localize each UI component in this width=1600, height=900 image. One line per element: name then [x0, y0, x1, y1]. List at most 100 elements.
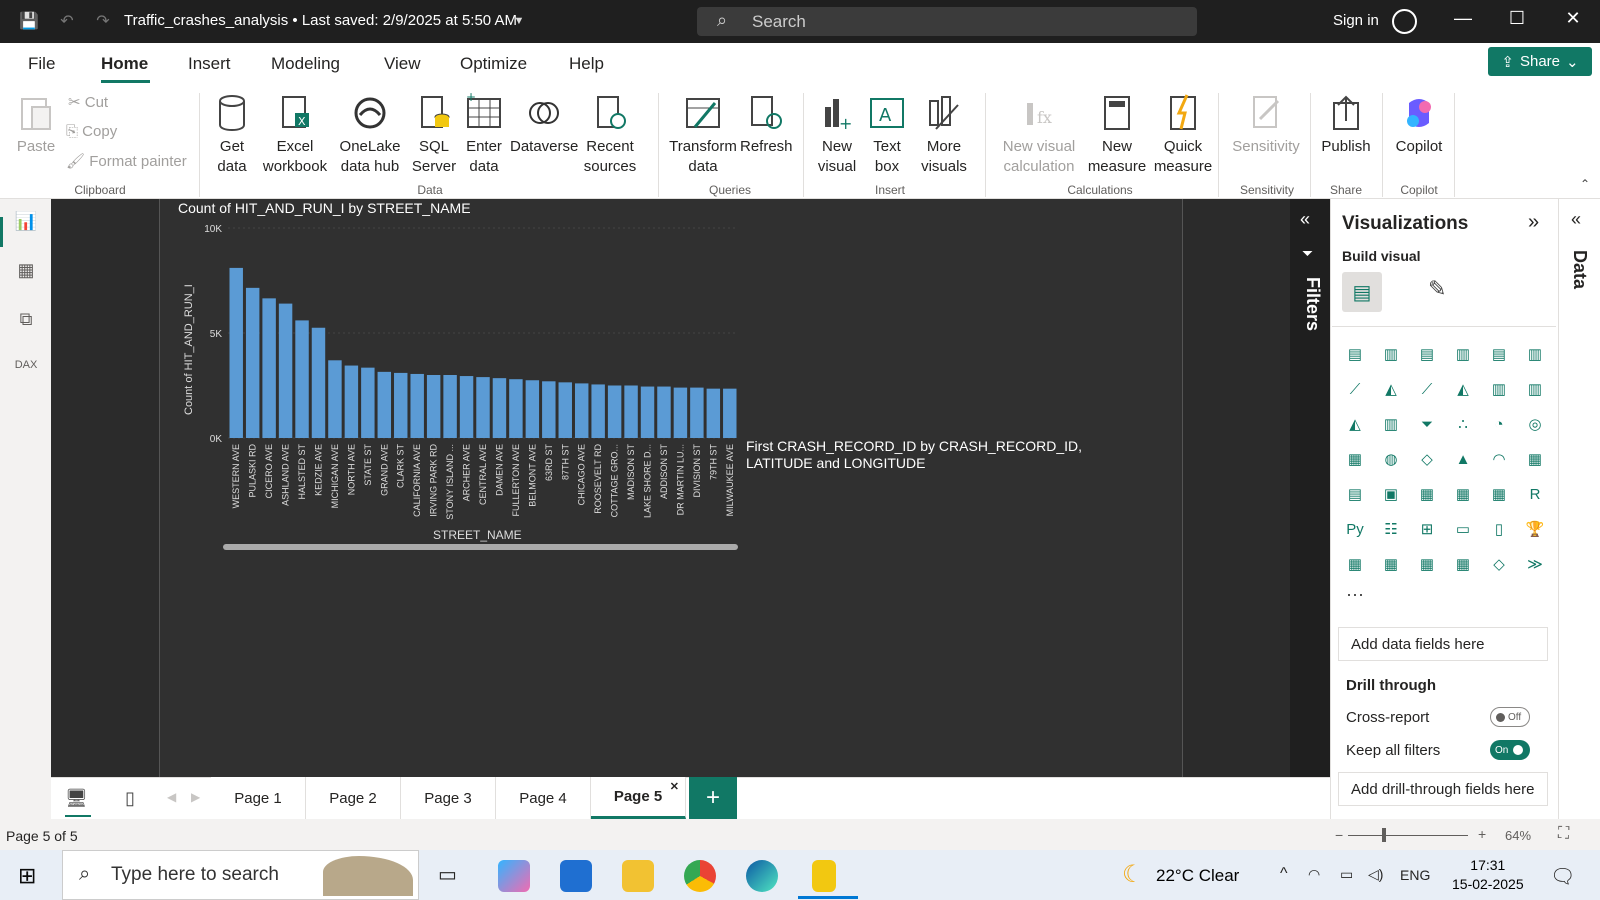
new-visual-calculation-button[interactable]: fx New visual calculation [996, 93, 1082, 177]
r-visual-visual-icon[interactable]: R [1522, 481, 1548, 507]
build-visual-tab-icon[interactable]: ▤ [1342, 272, 1382, 312]
sign-in-link[interactable]: Sign in [1333, 12, 1379, 29]
menu-help[interactable]: Help [569, 54, 604, 74]
add-data-fields-well[interactable]: Add data fields here [1338, 627, 1548, 661]
sensitivity-button[interactable]: Sensitivity [1226, 93, 1306, 157]
bar[interactable] [558, 382, 572, 438]
bar[interactable] [607, 385, 622, 439]
dax-query-icon[interactable]: DAX [14, 359, 38, 383]
previous-page-icon[interactable]: ◀ [167, 790, 176, 804]
avatar-icon[interactable] [1392, 9, 1417, 34]
zoom-slider[interactable] [1348, 835, 1468, 836]
area-visual-icon[interactable]: ◭ [1378, 376, 1404, 402]
bar[interactable] [410, 373, 424, 438]
chrome-app-icon[interactable] [684, 860, 716, 892]
bar[interactable] [394, 372, 408, 438]
map-visual-title[interactable]: First CRASH_RECORD_ID by CRASH_RECORD_ID… [746, 438, 1146, 472]
bar[interactable] [640, 386, 655, 438]
transform-data-button[interactable]: Transform data [668, 93, 738, 177]
next-page-icon[interactable]: ▶ [191, 790, 200, 804]
card-visual-icon[interactable]: ▦ [1522, 446, 1548, 472]
bar[interactable] [311, 327, 326, 438]
filled-map-visual-icon[interactable]: ◇ [1414, 446, 1440, 472]
text-box-button[interactable]: A Text box [866, 93, 908, 177]
100-bar-visual-icon[interactable]: ▤ [1486, 341, 1512, 367]
bar[interactable] [673, 387, 688, 438]
bar[interactable] [328, 360, 342, 438]
taskbar-search-input[interactable]: ⌕ Type here to search [62, 850, 419, 900]
search-input[interactable]: ⌕ Search [697, 7, 1197, 36]
qa-visual-icon[interactable]: ▭ [1450, 516, 1476, 542]
onelake-button[interactable]: OneLake data hub [338, 93, 402, 177]
battery-icon[interactable]: ▭ [1340, 866, 1353, 883]
paste-button[interactable]: Paste [14, 93, 58, 157]
scatter-visual-icon[interactable]: ∴ [1450, 411, 1476, 437]
clustered-column-visual-icon[interactable]: ▥ [1450, 341, 1476, 367]
weather-text[interactable]: 22°C Clear [1156, 866, 1239, 886]
donut-visual-icon[interactable]: ◎ [1522, 411, 1548, 437]
map-visual-icon[interactable]: ◍ [1378, 446, 1404, 472]
shape-map-visual-icon[interactable]: ◇ [1486, 551, 1512, 577]
bar[interactable] [706, 388, 721, 438]
menu-file[interactable]: File [28, 54, 55, 74]
bar[interactable] [574, 383, 589, 438]
file-explorer-icon[interactable] [622, 860, 654, 892]
edge-app-icon[interactable] [746, 860, 778, 892]
menu-modeling[interactable]: Modeling [271, 54, 340, 74]
stacked-column-visual-icon[interactable]: ▥ [1378, 341, 1404, 367]
tab-page-5[interactable]: Page 5 ✕ [591, 777, 686, 819]
menu-optimize[interactable]: Optimize [460, 54, 527, 74]
waterfall-visual-icon[interactable]: ▥ [1378, 411, 1404, 437]
zoom-slider-thumb[interactable] [1382, 828, 1386, 842]
power-apps-visual-icon[interactable]: ▦ [1378, 551, 1404, 577]
arcgis-visual-icon[interactable]: ▦ [1450, 551, 1476, 577]
copy-button[interactable]: ⎘ Copy [66, 123, 117, 140]
language-indicator[interactable]: ENG [1400, 867, 1430, 883]
cut-button[interactable]: ✂ Cut [68, 93, 108, 111]
zoom-in-icon[interactable]: + [1478, 826, 1486, 842]
new-visual-button[interactable]: + New visual [814, 93, 860, 177]
slicer-visual-icon[interactable]: ▦ [1414, 481, 1440, 507]
bar[interactable] [525, 380, 540, 438]
chevron-down-icon[interactable]: ▼ [508, 10, 530, 32]
new-measure-button[interactable]: New measure [1086, 93, 1148, 177]
bar[interactable] [492, 378, 507, 438]
azure-map-visual-icon[interactable]: ▲ [1450, 446, 1476, 472]
enter-data-button[interactable]: + Enter data [464, 90, 504, 177]
close-tab-icon[interactable]: ✕ [670, 780, 679, 793]
maximize-icon[interactable]: ☐ [1502, 8, 1532, 34]
100-column-visual-icon[interactable]: ▥ [1522, 341, 1548, 367]
ribbon-visual-icon[interactable]: ◭ [1342, 411, 1368, 437]
redo-icon[interactable]: ↷ [92, 10, 114, 32]
kpi-visual-icon[interactable]: ▣ [1378, 481, 1404, 507]
bar[interactable] [459, 376, 474, 438]
bar[interactable] [278, 303, 293, 438]
bar[interactable] [262, 298, 276, 438]
funnel-visual-icon[interactable]: ⏷ [1414, 411, 1440, 437]
task-view-icon[interactable]: ▭ [438, 862, 457, 887]
model-view-icon[interactable]: ⧉ [14, 309, 38, 333]
menu-home[interactable]: Home [101, 54, 148, 74]
tab-page-2[interactable]: Page 2 [306, 777, 401, 819]
share-button[interactable]: ⇪ Share ⌄ [1488, 47, 1592, 76]
line-column-visual-icon[interactable]: ▥ [1486, 376, 1512, 402]
gauge-visual-icon[interactable]: ◠ [1486, 446, 1512, 472]
multi-row-card-visual-icon[interactable]: ▤ [1342, 481, 1368, 507]
bar[interactable] [245, 287, 260, 438]
tab-page-1[interactable]: Page 1 [211, 777, 306, 819]
format-visual-tab-icon[interactable]: ✎ [1428, 276, 1446, 302]
expand-filters-icon[interactable]: « [1300, 209, 1310, 230]
desktop-layout-icon[interactable]: 🖥 [65, 788, 88, 809]
bar[interactable] [657, 386, 671, 438]
mail-app-icon[interactable] [560, 860, 592, 892]
report-view-icon[interactable]: 📊 [14, 211, 38, 235]
bar[interactable] [542, 381, 556, 438]
fit-to-page-icon[interactable]: ⛶ [1558, 825, 1569, 843]
powerbi-app-icon[interactable] [812, 860, 836, 892]
python-visual-visual-icon[interactable]: Py [1342, 516, 1368, 542]
more-options-icon[interactable]: ⋯ [1346, 585, 1364, 606]
bar[interactable] [344, 365, 359, 438]
undo-icon[interactable]: ↶ [56, 10, 78, 32]
100-area-visual-icon[interactable]: ◭ [1450, 376, 1476, 402]
close-icon[interactable]: ✕ [1558, 8, 1588, 34]
